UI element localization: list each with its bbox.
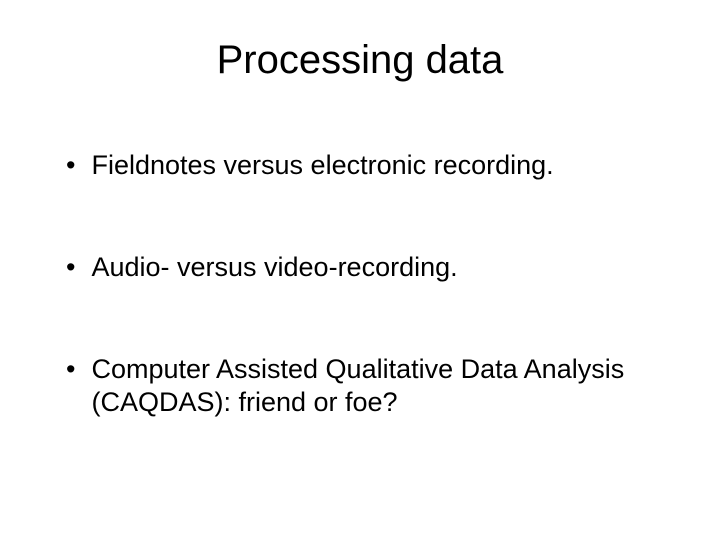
slide-title: Processing data xyxy=(50,38,670,83)
list-item: • Audio- versus video-recording. xyxy=(66,251,670,285)
bullet-icon: • xyxy=(66,149,75,183)
bullet-text: Audio- versus video-recording. xyxy=(91,251,670,285)
list-item: • Fieldnotes versus electronic recording… xyxy=(66,149,670,183)
slide-container: Processing data • Fieldnotes versus elec… xyxy=(0,0,720,540)
list-item: • Computer Assisted Qualitative Data Ana… xyxy=(66,353,670,421)
bullet-text: Fieldnotes versus electronic recording. xyxy=(91,149,670,183)
bullet-icon: • xyxy=(66,353,75,387)
bullet-list: • Fieldnotes versus electronic recording… xyxy=(50,149,670,420)
bullet-text: Computer Assisted Qualitative Data Analy… xyxy=(91,353,670,421)
bullet-icon: • xyxy=(66,251,75,285)
